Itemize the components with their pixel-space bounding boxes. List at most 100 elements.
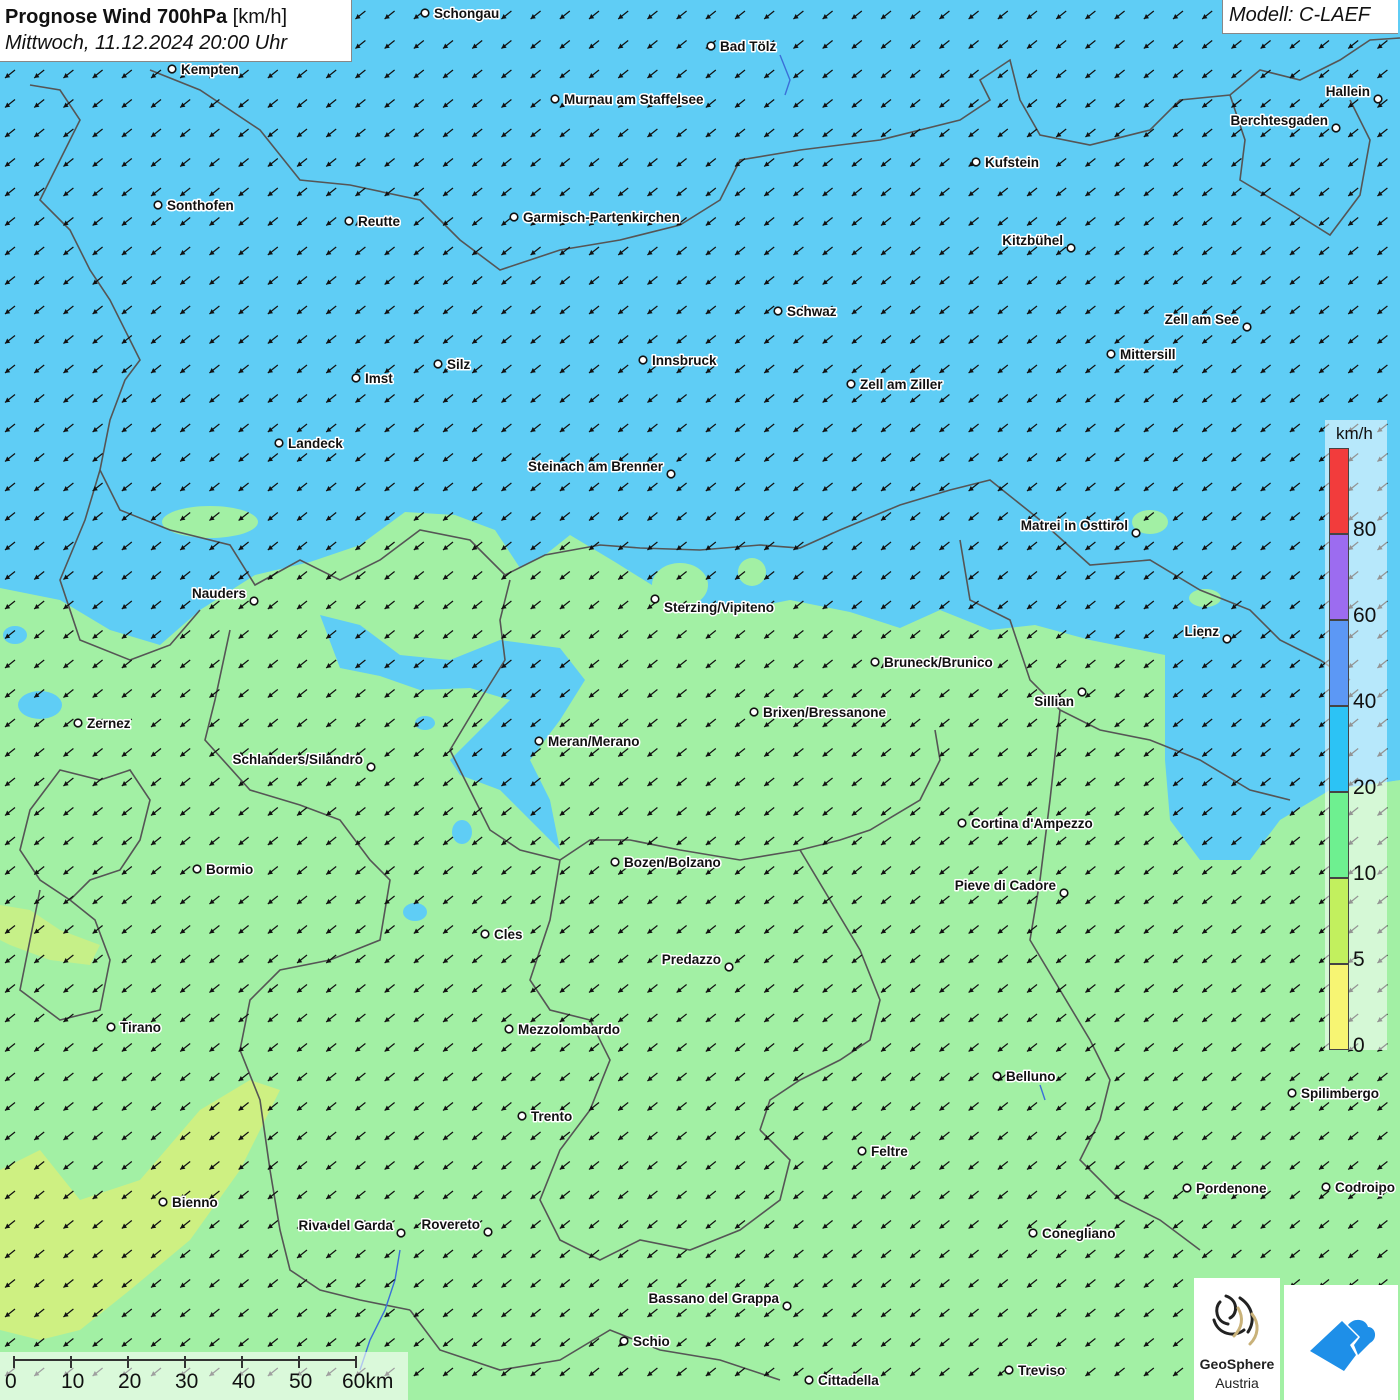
scale-label: 40	[232, 1370, 256, 1393]
city-marker[interactable]: Pordenone	[1182, 1180, 1268, 1198]
forecast-datetime: Mittwoch, 11.12.2024 20:00 Uhr	[5, 32, 288, 54]
city-marker[interactable]: Conegliano	[1028, 1225, 1117, 1243]
city-label: Kufstein	[985, 155, 1039, 170]
city-dot	[846, 379, 856, 389]
city-marker[interactable]: Spilimbergo	[1287, 1085, 1381, 1103]
legend-unit: km/h	[1336, 424, 1373, 443]
legend-label: 0	[1353, 1034, 1365, 1057]
city-marker[interactable]: Zell am Ziller	[846, 376, 945, 394]
city-label: Trento	[531, 1109, 572, 1124]
city-label: Steinach am Brenner	[528, 459, 664, 474]
warning-app-logo[interactable]	[1284, 1285, 1398, 1400]
city-dot	[610, 857, 620, 867]
scale-label: 60km	[342, 1370, 394, 1393]
city-marker[interactable]: Mezzolombardo	[504, 1021, 622, 1039]
wind-zone-10-20-patch	[162, 506, 258, 538]
city-dot	[344, 216, 354, 226]
city-dot	[1287, 1088, 1297, 1098]
city-marker[interactable]: Bozen/Bolzano	[610, 854, 722, 872]
city-marker[interactable]: Garmisch-Partenkirchen	[509, 209, 681, 227]
city-dot	[509, 212, 519, 222]
city-label: Conegliano	[1042, 1226, 1116, 1241]
wind-map[interactable]: Schongau Bad Tölz Kempten Murnau am Staffel…	[0, 0, 1400, 1400]
color-legend: km/h 80 60 40 20 10 5 0	[1325, 420, 1387, 1057]
city-label: Tirano	[120, 1020, 161, 1035]
legend-swatch	[1329, 878, 1349, 964]
scale-label: 50	[289, 1370, 313, 1393]
scale-label: 0	[5, 1370, 17, 1393]
geosphere-emblem-icon	[1212, 1294, 1259, 1346]
city-dot	[1331, 123, 1341, 133]
city-label: Zell am Ziller	[860, 377, 943, 392]
city-dot	[1222, 634, 1232, 644]
geosphere-sub: Austria	[1215, 1375, 1259, 1391]
city-label: Cles	[494, 927, 523, 942]
city-label: Bassano del Grappa	[648, 1291, 779, 1306]
city-dot	[957, 818, 967, 828]
city-dot	[992, 1071, 1002, 1081]
wind-zone-10-20-patch	[738, 558, 766, 586]
map-title: Prognose Wind 700hPa [km/h]	[5, 6, 288, 28]
city-dot	[192, 864, 202, 874]
city-dot	[1321, 1182, 1331, 1192]
city-dot	[1242, 322, 1252, 332]
city-label: Riva del Garda	[298, 1218, 393, 1233]
city-label: Matrei in Osttirol	[1021, 518, 1128, 533]
city-label: Sillian	[1034, 694, 1074, 709]
city-label: Cortina d'Ampezzo	[971, 816, 1093, 831]
city-label: Schwaz	[787, 304, 837, 319]
city-dot	[638, 355, 648, 365]
city-dot	[1028, 1228, 1038, 1238]
geosphere-logo[interactable]: GeoSphere Austria	[1194, 1278, 1280, 1400]
city-dot	[650, 594, 660, 604]
city-dot	[153, 200, 163, 210]
city-dot	[782, 1301, 792, 1311]
legend-swatch	[1329, 448, 1349, 534]
city-marker[interactable]: Bruneck/Brunico	[870, 654, 994, 672]
city-dot	[1373, 94, 1383, 104]
city-dot	[1106, 349, 1116, 359]
legend-swatch	[1329, 534, 1349, 620]
city-dot	[167, 64, 177, 74]
geosphere-name: GeoSphere	[1199, 1356, 1275, 1372]
city-label: Belluno	[1006, 1069, 1056, 1084]
city-label: Bienno	[172, 1195, 218, 1210]
city-marker[interactable]: Meran/Merano	[534, 733, 641, 751]
city-label: Imst	[365, 371, 393, 386]
legend-label: 20	[1353, 776, 1377, 799]
city-dot	[1131, 528, 1141, 538]
city-label: Bruneck/Brunico	[884, 655, 993, 670]
city-dot	[249, 596, 259, 606]
city-label: Bormio	[206, 862, 253, 877]
city-label: Meran/Merano	[548, 734, 640, 749]
city-label: Berchtesgaden	[1230, 113, 1328, 128]
legend-swatch	[1329, 620, 1349, 706]
city-marker[interactable]: Sonthofen	[153, 197, 235, 215]
wind-zone-20-40-patch	[403, 903, 427, 921]
city-dot	[1066, 243, 1076, 253]
city-label: Bozen/Bolzano	[624, 855, 721, 870]
city-label: Spilimbergo	[1301, 1086, 1379, 1101]
city-label: Landeck	[288, 436, 343, 451]
city-label: Sterzing/Vipiteno	[664, 600, 774, 615]
legend-label: 80	[1353, 518, 1377, 541]
city-dot	[1077, 687, 1087, 697]
city-marker[interactable]: Murnau am Staffelsee	[550, 91, 706, 109]
city-label: Mittersill	[1120, 347, 1176, 362]
city-dot	[351, 373, 361, 383]
city-label: Bad Tölz	[720, 39, 776, 54]
city-label: Schio	[633, 1334, 670, 1349]
city-dot	[749, 707, 759, 717]
city-dot	[73, 718, 83, 728]
city-marker[interactable]: Cortina d'Ampezzo	[957, 815, 1094, 833]
city-dot	[870, 657, 880, 667]
city-marker[interactable]: Brixen/Bressanone	[749, 704, 888, 722]
city-dot	[504, 1024, 514, 1034]
city-label: Brixen/Bressanone	[763, 705, 887, 720]
city-dot	[773, 306, 783, 316]
city-label: Nauders	[192, 586, 246, 601]
city-label: Mezzolombardo	[518, 1022, 620, 1037]
city-dot	[396, 1228, 406, 1238]
city-dot	[366, 762, 376, 772]
title-box: Prognose Wind 700hPa [km/h] Mittwoch, 11…	[0, 0, 352, 62]
